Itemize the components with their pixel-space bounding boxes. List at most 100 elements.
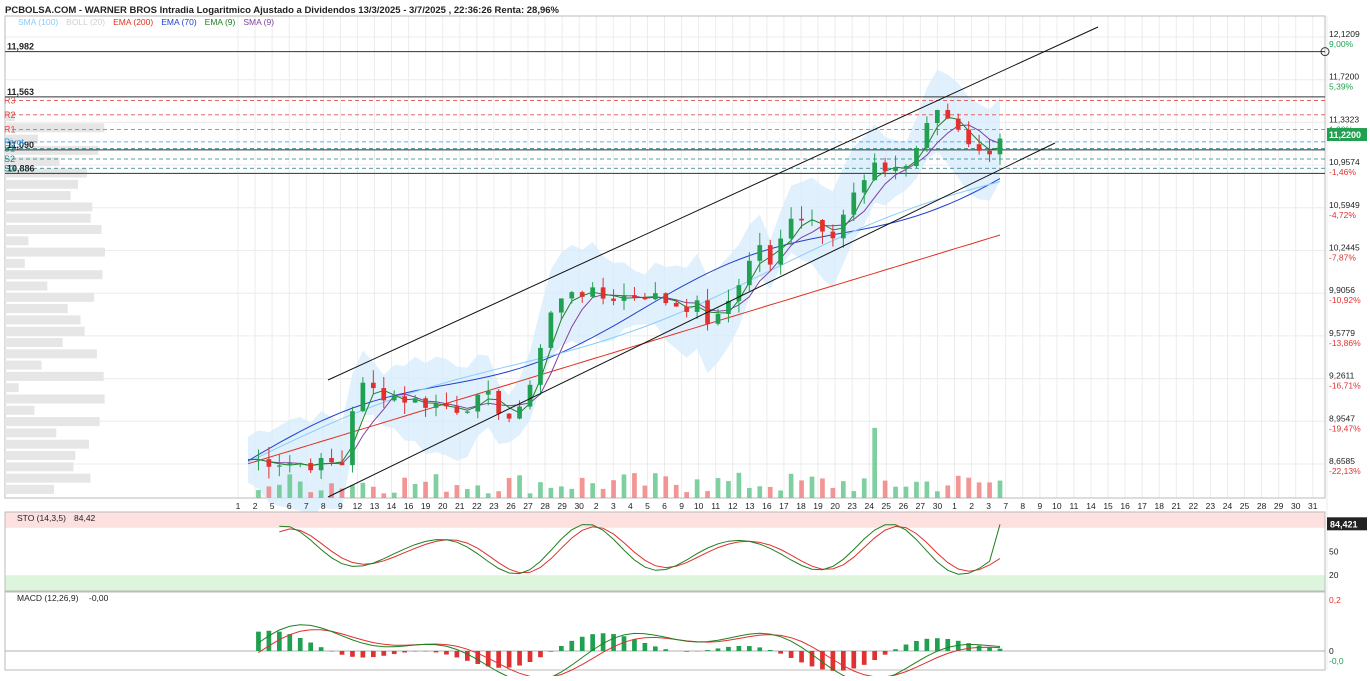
date-tick-label: 11	[711, 501, 720, 511]
date-tick-label: 3	[611, 501, 616, 511]
candle-body	[757, 245, 762, 261]
macd-histogram-bar	[998, 649, 1003, 651]
candle-body	[507, 414, 512, 419]
candle-body	[956, 119, 961, 130]
macd-histogram-bar	[945, 639, 950, 651]
candle-body	[455, 406, 460, 412]
macd-histogram-bar	[392, 651, 397, 654]
volume-profile-bar	[5, 372, 104, 381]
volume-profile-bar	[5, 315, 81, 324]
volume-bar	[496, 491, 501, 498]
pct-tick-label: -13,86%	[1329, 338, 1361, 348]
legend-entry: EMA (9)	[205, 17, 236, 27]
volume-profile-bar	[5, 327, 85, 336]
volume-bar	[319, 490, 324, 498]
last-price-label: 11,2200	[1329, 130, 1361, 140]
candle-body	[799, 219, 804, 221]
price-tick-label: 10,9574	[1329, 157, 1360, 167]
candle-body	[256, 459, 261, 460]
volume-bar	[956, 476, 961, 498]
volume-bar	[977, 482, 982, 498]
volume-bar	[705, 491, 710, 498]
candle-body	[737, 285, 742, 301]
volume-profile-bar	[5, 338, 63, 347]
candle-body	[611, 299, 616, 301]
macd-histogram-bar	[726, 647, 731, 651]
macd-histogram-bar	[883, 651, 888, 655]
macd-histogram-bar	[528, 651, 533, 662]
date-tick-label: 2	[253, 501, 258, 511]
candle-body	[945, 110, 950, 119]
date-tick-label: 2	[594, 501, 599, 511]
price-tick-label: 8,9547	[1329, 413, 1355, 423]
macd-histogram-bar	[434, 651, 439, 652]
volume-bar	[549, 488, 554, 498]
macd-histogram-bar	[340, 651, 345, 655]
date-tick-label: 29	[1274, 501, 1284, 511]
macd-histogram-bar	[319, 647, 324, 651]
candle-body	[925, 123, 930, 148]
pct-tick-label: -7,87%	[1329, 252, 1356, 262]
candle-body	[935, 110, 940, 123]
volume-profile-bar	[5, 123, 104, 132]
pct-tick-label: -1,46%	[1329, 167, 1356, 177]
date-tick-label: 15	[1103, 501, 1113, 511]
volume-bar	[298, 481, 303, 498]
macd-histogram-bar	[622, 636, 627, 651]
volume-profile-bar	[5, 248, 105, 257]
candle-body	[569, 292, 574, 298]
date-tick-label: 4	[628, 501, 633, 511]
candle-body	[841, 215, 846, 239]
macd-histogram-bar	[455, 651, 460, 657]
volume-bar	[434, 474, 439, 498]
volume-bar	[402, 478, 407, 498]
volume-bar	[716, 478, 721, 498]
price-tick-label: 9,2611	[1329, 371, 1355, 381]
date-tick-label: 29	[557, 501, 567, 511]
volume-profile-bar	[5, 282, 47, 291]
volume-bar	[966, 478, 971, 498]
price-tick-label: 12,1209	[1329, 29, 1360, 39]
date-tick-label: 26	[899, 501, 909, 511]
candle-body	[549, 313, 554, 348]
macd-histogram-bar	[643, 643, 648, 651]
macd-histogram-bar	[862, 651, 867, 665]
macd-histogram-bar	[914, 641, 919, 651]
volume-bar	[371, 487, 376, 498]
date-tick-label: 19	[421, 501, 431, 511]
candle-body	[998, 139, 1003, 155]
volume-bar	[277, 485, 282, 498]
volume-bar	[757, 486, 762, 498]
date-tick-label: 26	[506, 501, 516, 511]
macd-value: -0,00	[89, 593, 109, 603]
candle-body	[601, 287, 606, 298]
volume-bar	[695, 479, 700, 498]
macd-label: MACD (12,26,9)	[17, 593, 79, 603]
macd-histogram-bar	[851, 651, 856, 668]
macd-histogram-bar	[789, 651, 794, 658]
candle-body	[695, 300, 700, 312]
macd-histogram-bar	[611, 634, 616, 651]
date-tick-label: 27	[916, 501, 926, 511]
candle-body	[622, 295, 627, 301]
volume-profile-bar	[5, 180, 78, 189]
sto-badge-label: 84,421	[1330, 519, 1358, 529]
date-tick-label: 13	[370, 501, 380, 511]
volume-bar	[287, 474, 292, 498]
date-tick-label: 20	[830, 501, 840, 511]
stock-chart: 11,98211,56311,09010,886R3R2R1PivotS1S2S…	[0, 0, 1370, 676]
date-tick-label: 18	[1155, 501, 1165, 511]
volume-bar	[444, 492, 449, 498]
volume-bar	[998, 481, 1003, 498]
date-tick-label: 21	[455, 501, 465, 511]
date-tick-label: 6	[662, 501, 667, 511]
sto-tick-label: 20	[1329, 570, 1339, 580]
candle-body	[987, 151, 992, 155]
volume-bar	[810, 477, 815, 498]
macd-histogram-bar	[841, 651, 846, 671]
volume-bar	[935, 491, 940, 498]
volume-profile-bar	[5, 440, 89, 449]
date-tick-label: 20	[438, 501, 448, 511]
volume-bar	[747, 488, 752, 498]
candle-body	[977, 144, 982, 150]
